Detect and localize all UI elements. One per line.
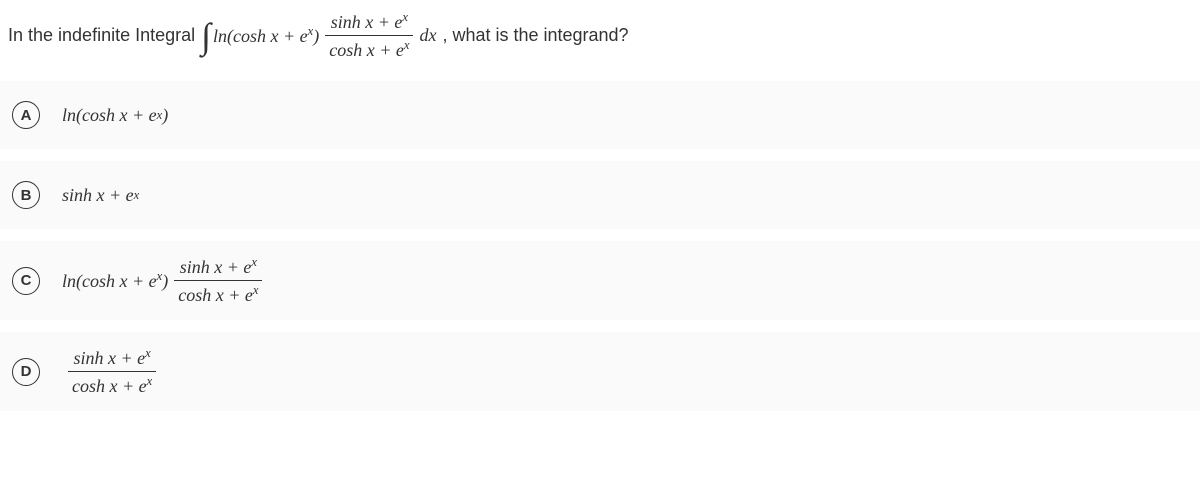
question-text-after: , what is the integrand?	[436, 25, 628, 46]
option-b-content: sinh x + ex	[62, 185, 139, 206]
dx: dx	[419, 25, 436, 46]
option-b[interactable]: B sinh x + ex	[0, 161, 1200, 229]
option-a-content: ln(cosh x + ex)	[62, 105, 168, 126]
option-letter-a: A	[12, 101, 40, 129]
option-letter-b: B	[12, 181, 40, 209]
option-letter-c: C	[12, 267, 40, 295]
option-d-denominator: cosh x + ex	[68, 371, 156, 397]
option-d-content: sinh x + ex cosh x + ex	[62, 346, 162, 397]
fraction-denominator: cosh x + ex	[325, 35, 413, 61]
options-list: A ln(cosh x + ex) B sinh x + ex C ln(cos…	[0, 81, 1200, 423]
option-d[interactable]: D sinh x + ex cosh x + ex	[0, 332, 1200, 411]
option-letter-d: D	[12, 358, 40, 386]
integral-expression: ∫ ln(cosh x + ex) sinh x + ex cosh x + e…	[201, 10, 436, 61]
option-c-fraction: sinh x + ex cosh x + ex	[174, 255, 262, 306]
option-c[interactable]: C ln(cosh x + ex) sinh x + ex cosh x + e…	[0, 241, 1200, 320]
option-c-prefix: ln(cosh x + ex)	[62, 269, 168, 292]
option-c-content: ln(cosh x + ex) sinh x + ex cosh x + ex	[62, 255, 268, 306]
option-a[interactable]: A ln(cosh x + ex)	[0, 81, 1200, 149]
option-d-fraction: sinh x + ex cosh x + ex	[68, 346, 156, 397]
fraction-numerator: sinh x + ex	[327, 10, 412, 35]
integrand-ln-part: ln(cosh x + ex)	[213, 24, 319, 47]
option-c-denominator: cosh x + ex	[174, 280, 262, 306]
question-text-before: In the indefinite Integral	[8, 25, 201, 46]
question-prompt: In the indefinite Integral ∫ ln(cosh x +…	[0, 0, 1200, 81]
option-c-numerator: sinh x + ex	[176, 255, 261, 280]
integrand-fraction: sinh x + ex cosh x + ex	[325, 10, 413, 61]
option-d-numerator: sinh x + ex	[69, 346, 154, 371]
integral-sign: ∫	[201, 15, 213, 57]
